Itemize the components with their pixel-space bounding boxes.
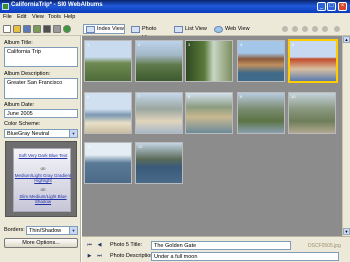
photo-thumbnail[interactable]: 6 [84, 92, 132, 134]
photo-view-icon [131, 26, 140, 33]
export-icon[interactable] [33, 25, 41, 33]
color-scheme-label: Color Scheme: [4, 121, 41, 127]
photo-thumbnail-selected[interactable]: 5 [288, 39, 338, 83]
previous-photo-icon[interactable]: ◀ [96, 242, 103, 249]
photo-thumbnail[interactable]: 7 [135, 92, 183, 134]
color-scheme-preview: Soft Very Dark Blue Text on Medium/Light… [5, 141, 77, 217]
more-options-button[interactable]: More Options... [4, 238, 78, 248]
album-date-label: Album Date: [4, 102, 35, 108]
settings-icon[interactable] [334, 26, 340, 32]
tab-photo-view[interactable]: Photo View [128, 24, 170, 41]
close-button[interactable]: × [338, 2, 347, 11]
color-scheme-select[interactable]: BlueGray Neutral ▼ [4, 129, 78, 138]
photo-thumbnail[interactable]: 10 [288, 92, 336, 134]
album-title-label: Album Title: [4, 40, 33, 46]
tab-web-view[interactable]: Web View [211, 24, 251, 34]
borders-select[interactable]: Thin/Shadow ▼ [26, 226, 78, 235]
preview-shadow-link[interactable]: Slim Medium/Light Blue Shadow [14, 194, 72, 204]
title-bar: CaliforniaTrip* - SI0 WebAlbums _ □ × [0, 0, 350, 13]
preview-or-text: on [40, 166, 46, 171]
list-view-icon [174, 26, 183, 33]
scroll-down-icon[interactable]: ▼ [343, 228, 350, 235]
thumbnail-grid: 1 2 3 4 5 6 7 8 9 10 11 12 [82, 36, 342, 236]
rotate-right-icon[interactable] [292, 26, 298, 32]
scroll-up-icon[interactable]: ▲ [343, 36, 350, 43]
menu-tools[interactable]: Tools [48, 14, 61, 20]
tab-list-view[interactable]: List View [171, 24, 209, 34]
album-date-field[interactable]: June 2005 [4, 109, 78, 118]
new-icon[interactable] [3, 25, 11, 33]
chevron-down-icon: ▼ [69, 227, 77, 234]
move-down-icon[interactable] [312, 26, 318, 32]
open-folder-icon[interactable] [13, 25, 21, 33]
photo-title-field[interactable]: The Golden Gate [151, 241, 291, 250]
move-up-icon[interactable] [302, 26, 308, 32]
photo-thumbnail[interactable]: 4 [237, 40, 285, 82]
index-view-icon [86, 26, 95, 33]
menu-file[interactable]: File [3, 14, 12, 20]
borders-label: Borders: [4, 227, 25, 233]
toolbar: Index View Photo View List View Web View [0, 22, 350, 41]
rotate-left-icon[interactable] [282, 26, 288, 32]
web-view-icon [214, 26, 223, 33]
album-description-label: Album Description: [4, 71, 51, 77]
maximize-button[interactable]: □ [327, 2, 336, 11]
photo-filename: DSCF0505.jpg [308, 243, 341, 249]
last-photo-icon[interactable]: ⏭ [96, 253, 103, 260]
preview-text-link[interactable]: Soft Very Dark Blue Text [14, 153, 72, 158]
photo-thumbnail[interactable]: 12 [135, 142, 183, 184]
chevron-down-icon: ▼ [69, 130, 77, 137]
save-icon[interactable] [23, 25, 31, 33]
menu-bar: File Edit View Tools Help [0, 13, 350, 22]
menu-help[interactable]: Help [64, 14, 75, 20]
album-description-field[interactable]: Greater San Francisco [4, 78, 78, 99]
preview-highlight-link[interactable]: Medium/Light Gray Gradient Highlight [14, 173, 72, 183]
photo-title-label: Photo 5 Title: [110, 242, 143, 248]
photo-description-field[interactable]: Under a full moon [151, 252, 339, 261]
photo-thumbnail[interactable]: 11 [84, 142, 132, 184]
minimize-button[interactable]: _ [317, 2, 326, 11]
remove-icon[interactable] [322, 26, 328, 32]
photo-thumbnail[interactable]: 3 [185, 40, 233, 82]
preview-card: Soft Very Dark Blue Text on Medium/Light… [13, 148, 71, 212]
window-title: CaliforniaTrip* - SI0 WebAlbums [11, 2, 103, 8]
app-icon [2, 3, 9, 10]
photo-description-label: Photo Description: [110, 253, 155, 259]
photo-thumbnail[interactable]: 2 [135, 40, 183, 82]
vertical-scrollbar[interactable]: ▲ ▼ [342, 36, 350, 236]
album-title-field[interactable]: California Trip [4, 47, 78, 67]
upload-icon[interactable] [43, 25, 51, 33]
menu-edit[interactable]: Edit [17, 14, 26, 20]
next-photo-icon[interactable]: ▶ [86, 253, 93, 260]
preview-or-text: on [40, 187, 46, 192]
photo-info-bar: ⏮ ◀ ▶ ⏭ Photo 5 Title: The Golden Gate P… [82, 236, 350, 262]
photo-thumbnail[interactable]: 9 [237, 92, 285, 134]
first-photo-icon[interactable]: ⏮ [86, 242, 93, 249]
photo-thumbnail[interactable]: 8 [185, 92, 233, 134]
tab-index-view[interactable]: Index View [83, 24, 125, 34]
delete-icon[interactable] [53, 25, 61, 33]
menu-view[interactable]: View [32, 14, 44, 20]
shield-icon[interactable] [63, 25, 71, 33]
photo-thumbnail[interactable]: 1 [84, 40, 132, 82]
